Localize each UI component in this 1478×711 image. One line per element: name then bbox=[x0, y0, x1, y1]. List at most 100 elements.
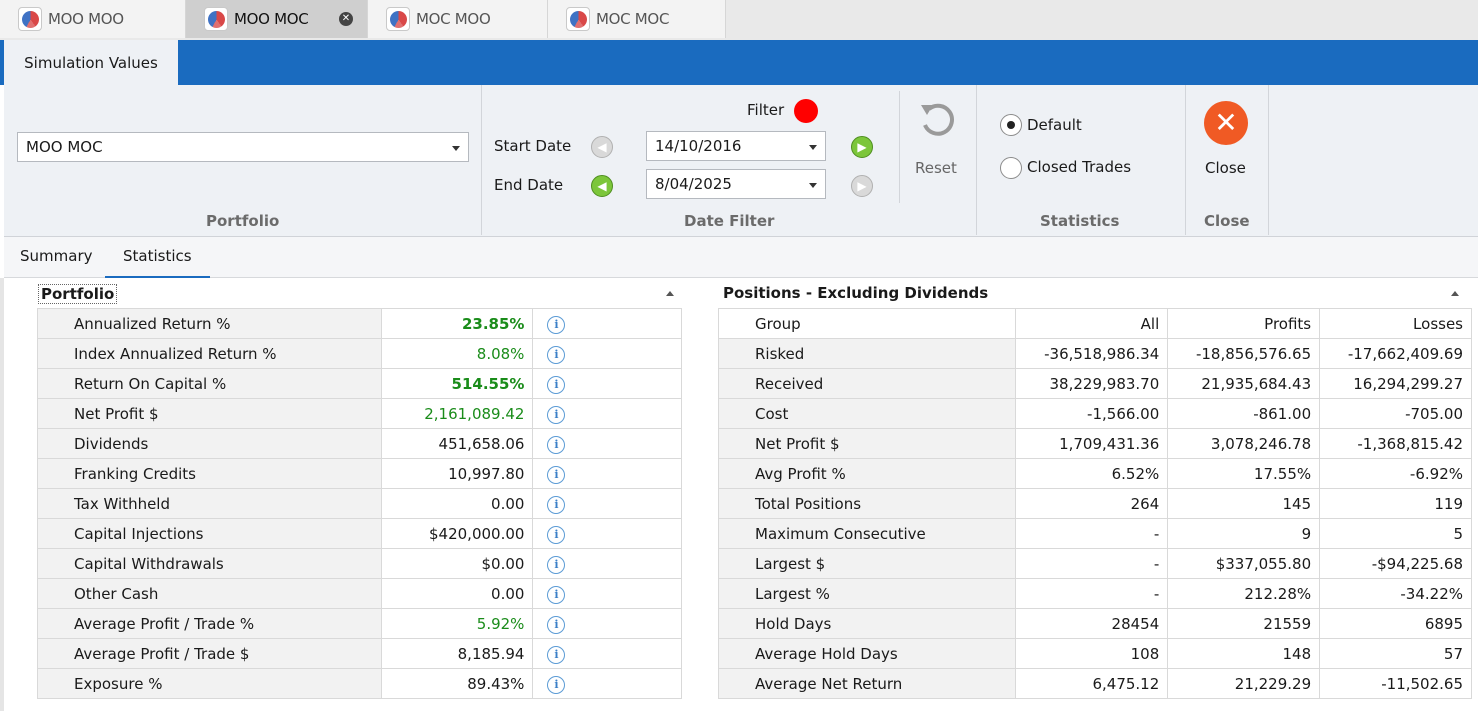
collapse-icon[interactable] bbox=[666, 291, 674, 296]
positions-cell-label: Received bbox=[717, 368, 1017, 399]
positions-cell-losses: -34.22% bbox=[1319, 578, 1472, 609]
positions-row: Total Positions 264 145 119 bbox=[717, 488, 1472, 519]
ribbon-tab-simulation-values[interactable]: Simulation Values bbox=[4, 40, 178, 85]
info-icon[interactable]: i bbox=[547, 615, 566, 634]
portfolio-panel-title[interactable]: Portfolio bbox=[38, 284, 118, 304]
positions-row: Largest % -212.28% -34.22% bbox=[717, 578, 1472, 609]
start-date-next-button[interactable]: ▶ bbox=[851, 136, 873, 158]
positions-cell-profits: 145 bbox=[1167, 488, 1321, 519]
positions-cell-profits: 148 bbox=[1167, 638, 1321, 669]
statistics-content: Portfolio Annualized Return % 23.85% i Inde… bbox=[4, 278, 1478, 711]
positions-cell-label: Maximum Consecutive bbox=[717, 518, 1017, 549]
collapse-icon[interactable] bbox=[1451, 291, 1459, 296]
doc-tab-0[interactable]: MOO MOO bbox=[0, 0, 186, 38]
portfolio-select[interactable]: MOO MOC bbox=[17, 132, 469, 162]
portfolio-row: Other Cash 0.00 i bbox=[37, 578, 682, 609]
group-title-close: Close bbox=[1204, 212, 1250, 230]
info-icon[interactable]: i bbox=[547, 495, 566, 514]
positions-cell-losses: 5 bbox=[1319, 518, 1472, 549]
portfolio-row-value: 514.55% bbox=[380, 368, 534, 399]
doc-tab-3[interactable]: MOC MOC bbox=[548, 0, 726, 38]
column-header-losses: Losses bbox=[1319, 308, 1472, 339]
start-date-picker[interactable]: 14/10/2016 bbox=[646, 131, 826, 161]
portfolio-row: Average Profit / Trade $8,185.94 i bbox=[37, 638, 682, 669]
info-icon[interactable]: i bbox=[547, 585, 566, 604]
statistics-default-radio[interactable] bbox=[1000, 114, 1022, 136]
tab-statistics[interactable]: Statistics bbox=[105, 247, 210, 278]
info-cell: i bbox=[532, 608, 682, 639]
positions-cell-all: 6.52% bbox=[1015, 458, 1169, 489]
document-tab-bar: MOO MOO MOO MOC ✕ MOC MOO MOC MOC bbox=[0, 0, 1478, 40]
portfolio-row-value: 10,997.80 bbox=[380, 458, 534, 489]
reset-button[interactable]: Reset bbox=[909, 95, 965, 185]
positions-cell-all: - bbox=[1015, 518, 1169, 549]
end-date-prev-button[interactable]: ◀ bbox=[591, 175, 613, 197]
info-cell: i bbox=[532, 338, 682, 369]
positions-row: Average Hold Days 108 148 57 bbox=[717, 638, 1472, 669]
info-cell: i bbox=[532, 368, 682, 399]
portfolio-row-value: 23.85% bbox=[380, 308, 534, 339]
doc-tab-label: MOC MOC bbox=[596, 10, 670, 28]
info-cell: i bbox=[532, 668, 682, 699]
portfolio-row-label: Dividends bbox=[37, 428, 382, 459]
start-date-label: Start Date bbox=[494, 137, 572, 155]
info-icon[interactable]: i bbox=[547, 405, 566, 424]
positions-cell-all: - bbox=[1015, 578, 1169, 609]
info-icon[interactable]: i bbox=[547, 345, 566, 364]
start-date-prev-button[interactable]: ◀ bbox=[591, 136, 613, 158]
info-icon[interactable]: i bbox=[547, 435, 566, 454]
positions-row: Avg Profit % 6.52% 17.55% -6.92% bbox=[717, 458, 1472, 489]
positions-cell-all: -36,518,986.34 bbox=[1015, 338, 1169, 369]
positions-row: Maximum Consecutive -9 5 bbox=[717, 518, 1472, 549]
tab-summary[interactable]: Summary bbox=[20, 247, 93, 265]
doc-tab-1[interactable]: MOO MOC ✕ bbox=[186, 0, 368, 38]
doc-tab-label: MOC MOO bbox=[416, 10, 491, 28]
ribbon-tab-bar bbox=[0, 40, 1478, 85]
portfolio-row: Return On Capital % 514.55% i bbox=[37, 368, 682, 399]
info-icon[interactable]: i bbox=[547, 555, 566, 574]
info-icon[interactable]: i bbox=[547, 465, 566, 484]
portfolio-table: Annualized Return % 23.85% i Index Annualiz… bbox=[37, 308, 682, 699]
info-icon[interactable]: i bbox=[547, 315, 566, 334]
doc-tab-2[interactable]: MOC MOO bbox=[368, 0, 548, 38]
portfolio-row: Tax Withheld 0.00 i bbox=[37, 488, 682, 519]
positions-cell-all: - bbox=[1015, 548, 1169, 579]
info-icon[interactable]: i bbox=[547, 375, 566, 394]
end-date-picker[interactable]: 8/04/2025 bbox=[646, 169, 826, 199]
pie-chart-icon bbox=[386, 7, 410, 31]
positions-row: Largest $ - $337,055.80 -$94,225.68 bbox=[717, 548, 1472, 579]
portfolio-row: Net Profit $2,161,089.42 i bbox=[37, 398, 682, 429]
filter-label: Filter bbox=[747, 101, 785, 119]
info-icon[interactable]: i bbox=[547, 645, 566, 664]
positions-cell-all: 38,229,983.70 bbox=[1015, 368, 1169, 399]
positions-cell-label: Average Hold Days bbox=[717, 638, 1017, 669]
content-tab-bar: Summary Statistics bbox=[4, 237, 1478, 278]
doc-tab-label: MOO MOC bbox=[234, 10, 309, 28]
group-divider bbox=[481, 85, 482, 235]
positions-cell-profits: 17.55% bbox=[1167, 458, 1321, 489]
chevron-down-icon bbox=[452, 146, 460, 151]
positions-panel-title: Positions - Excluding Dividends bbox=[723, 284, 989, 302]
portfolio-row-value: 0.00 bbox=[380, 488, 534, 519]
positions-cell-profits: 9 bbox=[1167, 518, 1321, 549]
info-cell: i bbox=[532, 548, 682, 579]
positions-cell-losses: -11,502.65 bbox=[1319, 668, 1472, 699]
close-button[interactable]: ✕ Close bbox=[1192, 95, 1268, 191]
end-date-next-button[interactable]: ▶ bbox=[851, 175, 873, 197]
portfolio-row-label: Net Profit $ bbox=[37, 398, 382, 429]
positions-cell-all: 6,475.12 bbox=[1015, 668, 1169, 699]
info-cell: i bbox=[532, 518, 682, 549]
positions-cell-all: 264 bbox=[1015, 488, 1169, 519]
info-icon[interactable]: i bbox=[547, 525, 566, 544]
portfolio-row: Annualized Return % 23.85% i bbox=[37, 308, 682, 339]
positions-table: Group All Profits Losses Risked -36,518,986.3… bbox=[717, 308, 1472, 699]
positions-cell-all: 108 bbox=[1015, 638, 1169, 669]
positions-cell-losses: 57 bbox=[1319, 638, 1472, 669]
close-tab-icon[interactable]: ✕ bbox=[339, 12, 353, 26]
info-icon[interactable]: i bbox=[547, 675, 566, 694]
portfolio-row: Exposure % 89.43% i bbox=[37, 668, 682, 699]
portfolio-row-value: 5.92% bbox=[380, 608, 534, 639]
portfolio-row-label: Annualized Return % bbox=[37, 308, 382, 339]
column-header-all: All bbox=[1015, 308, 1169, 339]
statistics-closed-trades-radio[interactable] bbox=[1000, 157, 1022, 179]
